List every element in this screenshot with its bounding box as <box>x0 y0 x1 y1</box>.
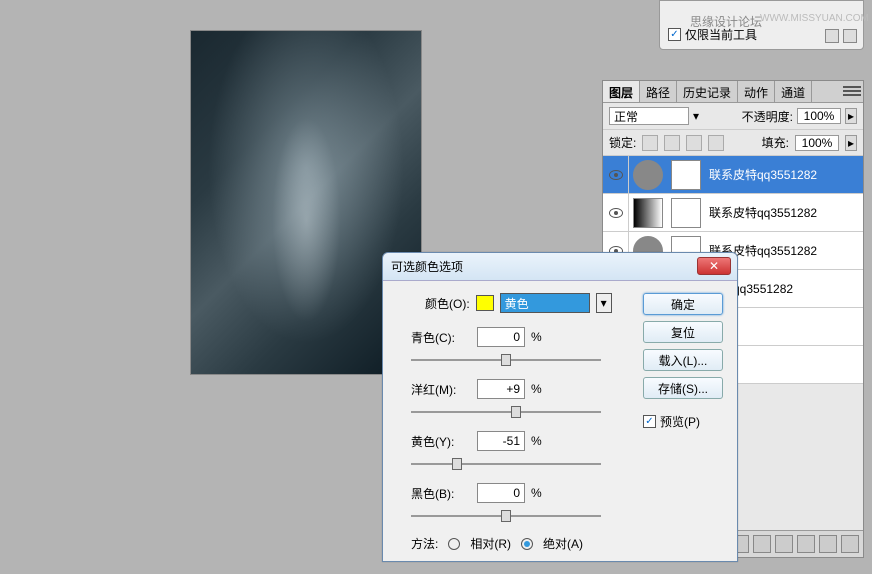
color-select[interactable]: 黄色 <box>500 293 590 313</box>
group-icon[interactable] <box>797 535 815 553</box>
fill-label: 填充: <box>762 134 789 151</box>
slider-value-input[interactable] <box>477 327 525 347</box>
method-absolute-radio[interactable] <box>521 538 533 550</box>
opacity-dropdown-icon[interactable]: ▸ <box>845 108 857 124</box>
layer-name: 联系皮特qq3551282 <box>709 166 817 183</box>
reset-button[interactable]: 复位 <box>643 321 723 343</box>
checkbox-label: 仅限当前工具 <box>685 26 757 43</box>
layer-thumbnail[interactable] <box>633 198 663 228</box>
close-icon: ✕ <box>709 259 719 273</box>
tab-actions[interactable]: 动作 <box>738 81 775 102</box>
current-tool-only-checkbox[interactable]: 仅限当前工具 <box>668 26 757 43</box>
preview-label: 预览(P) <box>660 413 700 430</box>
close-button[interactable]: ✕ <box>697 257 731 275</box>
chevron-down-icon[interactable]: ▾ <box>693 109 699 123</box>
slider-label: 青色(C): <box>411 329 471 346</box>
slider-thumb[interactable] <box>511 406 521 418</box>
lock-position-icon[interactable] <box>686 135 702 151</box>
slider-track[interactable] <box>411 403 601 421</box>
tab-layers[interactable]: 图层 <box>603 81 640 102</box>
delete-layer-icon[interactable] <box>841 535 859 553</box>
eye-icon <box>609 208 623 218</box>
layer-name: 联系皮特qq3551282 <box>709 204 817 221</box>
checkbox-icon <box>643 415 656 428</box>
new-layer-icon[interactable] <box>819 535 837 553</box>
tab-paths[interactable]: 路径 <box>640 81 677 102</box>
slider-label: 洋红(M): <box>411 381 471 398</box>
preview-checkbox[interactable]: 预览(P) <box>643 413 723 430</box>
panel-menu-icon[interactable] <box>843 83 861 99</box>
percent-label: % <box>531 434 547 448</box>
percent-label: % <box>531 486 547 500</box>
color-label: 颜色(O): <box>425 295 470 312</box>
layer-item[interactable]: 联系皮特qq3551282 <box>603 194 863 232</box>
percent-label: % <box>531 382 547 396</box>
dialog-title: 可选颜色选项 <box>391 258 463 275</box>
color-dropdown-icon[interactable]: ▾ <box>596 293 612 313</box>
method-absolute-label: 绝对(A) <box>543 535 583 552</box>
fill-dropdown-icon[interactable]: ▸ <box>845 135 857 151</box>
method-relative-radio[interactable] <box>448 538 460 550</box>
dialog-titlebar[interactable]: 可选颜色选项 ✕ <box>383 253 737 281</box>
percent-label: % <box>531 330 547 344</box>
slider-label: 黑色(B): <box>411 485 471 502</box>
layer-item[interactable]: 联系皮特qq3551282 <box>603 156 863 194</box>
layer-mask-icon[interactable] <box>753 535 771 553</box>
checkbox-icon <box>668 28 681 41</box>
adjustment-layer-icon[interactable] <box>775 535 793 553</box>
lock-label: 锁定: <box>609 134 636 151</box>
slider-value-input[interactable] <box>477 431 525 451</box>
fill-value[interactable]: 100% <box>795 135 839 151</box>
ok-button[interactable]: 确定 <box>643 293 723 315</box>
watermark-url: WWW.MISSYUAN.COM <box>760 13 869 24</box>
panel-icon-1[interactable] <box>825 29 839 43</box>
layer-mask-thumbnail[interactable] <box>671 198 701 228</box>
visibility-toggle[interactable] <box>603 194 629 231</box>
lock-all-icon[interactable] <box>708 135 724 151</box>
slider-track[interactable] <box>411 455 601 473</box>
slider-track[interactable] <box>411 351 601 369</box>
layer-mask-thumbnail[interactable] <box>671 160 701 190</box>
slider-thumb[interactable] <box>501 510 511 522</box>
options-panel: 思缘设计论坛 WWW.MISSYUAN.COM 仅限当前工具 <box>659 0 864 50</box>
panel-icon-2[interactable] <box>843 29 857 43</box>
load-button[interactable]: 载入(L)... <box>643 349 723 371</box>
method-relative-label: 相对(R) <box>470 535 511 552</box>
color-swatch <box>476 295 494 311</box>
eye-icon <box>609 170 623 180</box>
slider-thumb[interactable] <box>501 354 511 366</box>
slider-track[interactable] <box>411 507 601 525</box>
slider-label: 黄色(Y): <box>411 433 471 450</box>
panel-tabs: 图层 路径 历史记录 动作 通道 <box>603 81 863 103</box>
slider-value-input[interactable] <box>477 379 525 399</box>
slider-thumb[interactable] <box>452 458 462 470</box>
tab-history[interactable]: 历史记录 <box>677 81 738 102</box>
tab-channels[interactable]: 通道 <box>775 81 812 102</box>
save-button[interactable]: 存储(S)... <box>643 377 723 399</box>
blend-mode-select[interactable]: 正常 <box>609 107 689 125</box>
slider-value-input[interactable] <box>477 483 525 503</box>
lock-pixels-icon[interactable] <box>664 135 680 151</box>
selective-color-dialog: 可选颜色选项 ✕ 颜色(O): 黄色 ▾ 青色(C):% 洋红(M):% 黄色(Y)… <box>382 252 738 562</box>
method-label: 方法: <box>411 535 438 552</box>
visibility-toggle[interactable] <box>603 156 629 193</box>
opacity-value[interactable]: 100% <box>797 108 841 124</box>
opacity-label: 不透明度: <box>742 108 793 125</box>
lock-transparency-icon[interactable] <box>642 135 658 151</box>
layer-thumbnail[interactable] <box>633 160 663 190</box>
